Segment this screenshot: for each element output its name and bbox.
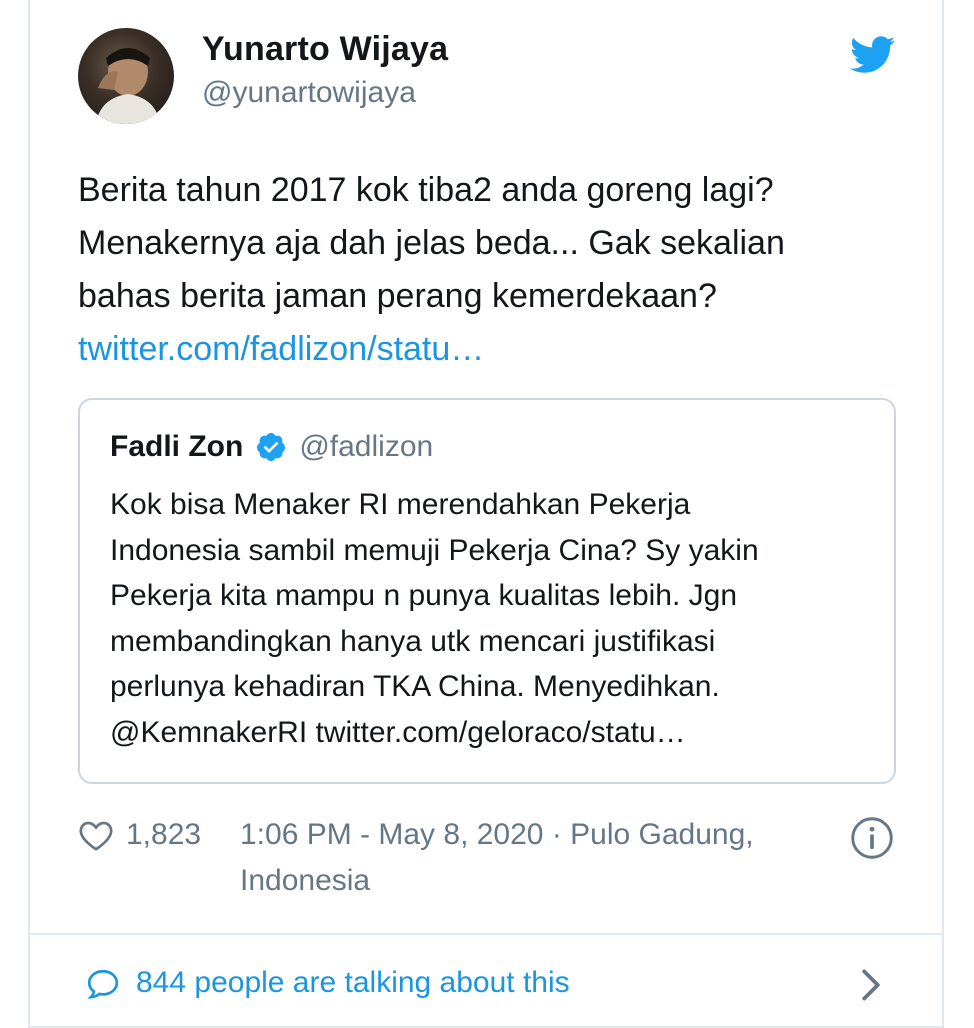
timestamp[interactable]: 1:06 PM - May 8, 2020 · Pulo Gadung, Ind… (240, 812, 820, 904)
quoted-text-line: Pekerja kita mampu n punya kualitas lebi… (110, 579, 738, 612)
quoted-text-line: perlunya kehadiran TKA China. Menyedihka… (110, 670, 720, 703)
quoted-author-handle: @fadlizon (299, 430, 434, 463)
quoted-text-line: Indonesia sambil memuji Pekerja Cina? Sy… (110, 533, 759, 567)
heart-icon[interactable] (78, 818, 114, 852)
author-display-name[interactable]: Yunarto Wijaya (202, 30, 448, 69)
avatar[interactable] (78, 28, 174, 124)
quoted-tweet[interactable]: Fadli Zon @fadlizon Kok bisa Menaker RI … (78, 398, 896, 784)
tweet-meta: 1,823 1:06 PM - May 8, 2020 · Pulo Gadun… (78, 812, 898, 912)
quoted-tweet-header: Fadli Zon @fadlizon (110, 430, 433, 464)
quoted-tweet-text: Kok bisa Menaker RI merendahkan Pekerja … (110, 482, 870, 755)
tweet-text-line: Menakernya aja dah jelas beda... Gak sek… (78, 224, 785, 262)
tweet-text: Berita tahun 2017 kok tiba2 anda goreng … (78, 164, 898, 376)
speech-bubble-icon (87, 969, 119, 999)
tweet-text-line: bahas berita jaman perang kemerdekaan? (78, 277, 717, 315)
chevron-right-icon[interactable] (860, 968, 882, 1002)
tweet-text-line: Berita tahun 2017 kok tiba2 anda goreng … (78, 171, 774, 209)
timestamp-line: Indonesia (240, 864, 371, 897)
timestamp-line: 1:06 PM - May 8, 2020 · Pulo Gadung, (240, 818, 754, 851)
tweet-link[interactable]: twitter.com/fadlizon/statu… (78, 330, 484, 368)
divider (28, 933, 944, 935)
info-icon[interactable] (850, 816, 894, 860)
quoted-author-name: Fadli Zon (110, 430, 244, 463)
quoted-text-line: @KemnakerRI twitter.com/geloraco/statu… (110, 715, 686, 749)
like-count[interactable]: 1,823 (126, 818, 201, 852)
twitter-bird-icon[interactable] (850, 36, 896, 74)
quoted-text-line: membandingkan hanya utk mencari justifik… (110, 624, 716, 658)
quoted-text-line: Kok bisa Menaker RI merendahkan Pekerja (110, 488, 691, 521)
verified-badge-icon (257, 433, 286, 461)
author-handle[interactable]: @yunartowijaya (202, 76, 416, 110)
conversation-link[interactable]: 844 people are talking about this (84, 960, 894, 1010)
conversation-count[interactable]: 844 people are talking about this (136, 966, 570, 1000)
